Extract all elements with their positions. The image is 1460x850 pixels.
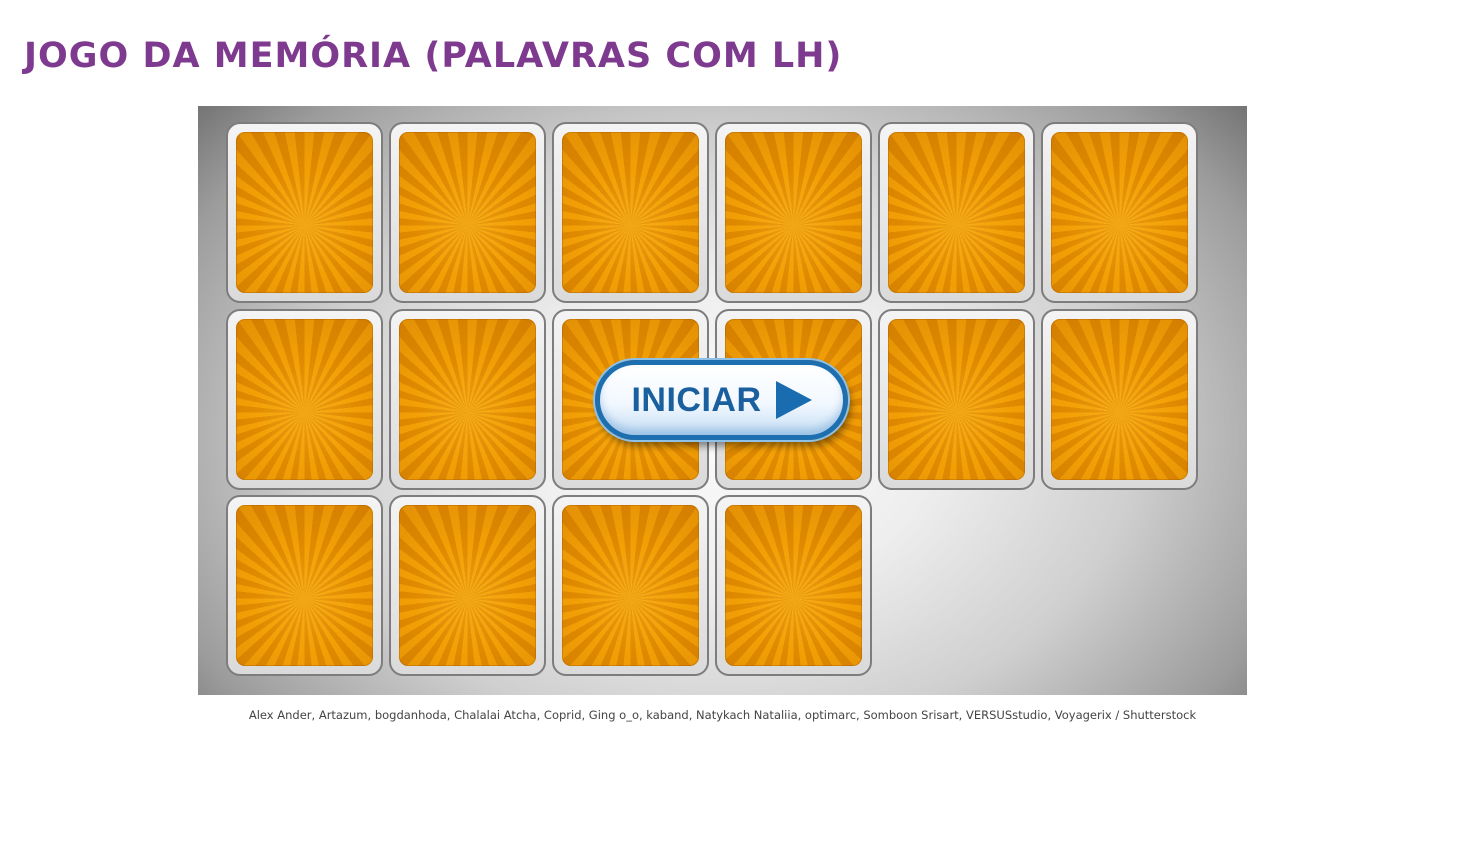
memory-card[interactable] [715, 122, 872, 303]
memory-card[interactable] [389, 309, 546, 490]
card-back [888, 319, 1025, 480]
start-button[interactable]: INICIAR [595, 360, 848, 440]
memory-card[interactable] [878, 122, 1035, 303]
memory-card[interactable] [389, 122, 546, 303]
card-back [1051, 319, 1188, 480]
card-back [236, 319, 373, 480]
card-back [725, 132, 862, 293]
memory-card[interactable] [1041, 122, 1198, 303]
memory-card[interactable] [1041, 309, 1198, 490]
card-back [562, 505, 699, 666]
card-back [399, 505, 536, 666]
start-button-label: INICIAR [631, 380, 762, 419]
memory-card[interactable] [715, 495, 872, 676]
memory-game-board: INICIAR [198, 106, 1247, 695]
card-back [236, 132, 373, 293]
memory-card[interactable] [226, 309, 383, 490]
card-back [236, 505, 373, 666]
memory-card[interactable] [552, 122, 709, 303]
memory-card[interactable] [552, 495, 709, 676]
memory-card[interactable] [226, 122, 383, 303]
image-credits: Alex Ander, Artazum, bogdanhoda, Chalala… [248, 708, 1197, 722]
memory-card[interactable] [878, 309, 1035, 490]
card-back [888, 132, 1025, 293]
play-icon [775, 381, 812, 419]
card-back [1051, 132, 1188, 293]
memory-card[interactable] [226, 495, 383, 676]
card-back [562, 132, 699, 293]
card-back [399, 132, 536, 293]
page-title: JOGO DA MEMÓRIA (PALAVRAS COM LH) [24, 36, 843, 76]
memory-card[interactable] [389, 495, 546, 676]
card-back [725, 505, 862, 666]
card-back [399, 319, 536, 480]
